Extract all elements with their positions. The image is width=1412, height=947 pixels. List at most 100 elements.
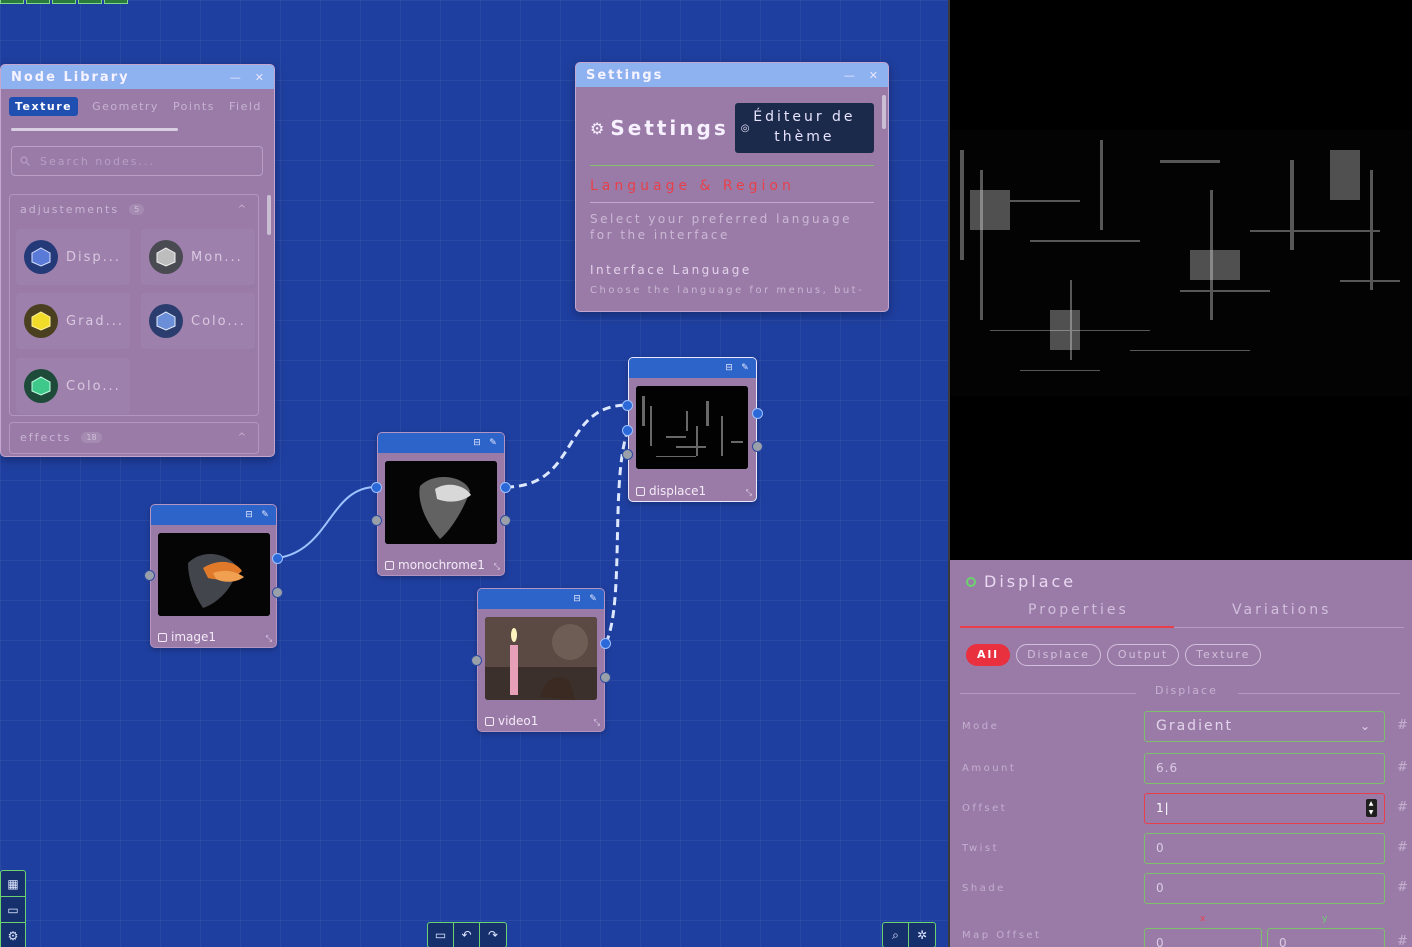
input-port-texture[interactable] bbox=[371, 482, 382, 493]
bug-icon[interactable]: ✲ bbox=[909, 923, 935, 947]
node-item-color[interactable]: Colo... bbox=[141, 293, 255, 349]
section-description: Select your preferred language for the i… bbox=[590, 212, 852, 242]
pin-icon[interactable]: ✎ bbox=[260, 510, 270, 520]
search-icon[interactable]: ⌕ bbox=[883, 923, 909, 947]
node-displace1[interactable]: ⊟ ✎ displace1 ⤡ bbox=[622, 357, 763, 502]
node-image1[interactable]: ⊟ ✎ image1 ⤡ bbox=[144, 504, 283, 648]
hash-icon[interactable]: # bbox=[1397, 880, 1408, 895]
close-icon[interactable]: ✕ bbox=[869, 69, 878, 82]
filter-chips: All Displace Output Texture bbox=[966, 644, 1262, 666]
node-item-label: Colo... bbox=[66, 378, 121, 394]
map-offset-x-value: 0 bbox=[1156, 936, 1165, 947]
save-icon[interactable]: ▭ bbox=[428, 923, 454, 947]
pin-icon[interactable]: ✎ bbox=[740, 363, 750, 373]
filter-texture[interactable]: Texture bbox=[1185, 644, 1262, 666]
hash-icon[interactable]: # bbox=[1397, 800, 1408, 815]
output-port-texture[interactable] bbox=[500, 482, 511, 493]
search-input[interactable]: Search nodes... bbox=[40, 155, 155, 168]
section-header[interactable]: adjustements 5 ^ bbox=[10, 195, 258, 223]
resize-handle-icon[interactable]: ⤡ bbox=[594, 718, 600, 728]
twist-input[interactable]: 0 bbox=[1144, 833, 1385, 864]
settings-header: ⚙ Settings ◎ Éditeur de thème bbox=[590, 103, 874, 153]
tab-texture[interactable]: Texture bbox=[9, 97, 79, 116]
map-offset-y-input[interactable]: 0 bbox=[1267, 928, 1385, 947]
library-scrollbar[interactable] bbox=[267, 195, 271, 235]
node-header: ⊟ ✎ bbox=[629, 358, 756, 378]
filter-output[interactable]: Output bbox=[1106, 644, 1180, 666]
output-port-texture[interactable] bbox=[752, 408, 763, 419]
preview-icon[interactable]: ⊟ bbox=[724, 363, 734, 373]
resize-handle-icon[interactable]: ⤡ bbox=[266, 634, 272, 644]
tab-geometry[interactable]: Geometry bbox=[92, 100, 159, 113]
search-box[interactable]: Search nodes... bbox=[11, 146, 263, 176]
input-port[interactable] bbox=[471, 655, 482, 666]
output-port-texture[interactable] bbox=[272, 553, 283, 564]
output-port[interactable] bbox=[752, 441, 763, 452]
stepper-icon[interactable]: ▲ ▼ bbox=[1366, 799, 1377, 817]
input-port-texture[interactable] bbox=[622, 400, 633, 411]
map-offset-label: Map Offset bbox=[962, 930, 1042, 941]
node-item-monochrome[interactable]: Mon... bbox=[141, 229, 255, 285]
amount-input[interactable]: 6.6 bbox=[1144, 753, 1385, 784]
twist-label: Twist bbox=[962, 843, 1000, 854]
tab-variations[interactable]: Variations bbox=[1232, 602, 1331, 618]
tabs-scrollbar[interactable] bbox=[11, 128, 178, 131]
wire-image-to-monochrome bbox=[277, 486, 377, 559]
chevron-up-icon[interactable]: ^ bbox=[238, 432, 248, 443]
input-port[interactable] bbox=[622, 449, 633, 460]
theme-editor-button[interactable]: ◎ Éditeur de thème bbox=[734, 103, 874, 153]
pin-icon[interactable]: ✎ bbox=[488, 438, 498, 448]
layout-icon[interactable]: ▦ bbox=[1, 871, 25, 897]
preview-icon[interactable]: ⊟ bbox=[472, 438, 482, 448]
input-port[interactable] bbox=[371, 515, 382, 526]
shade-input[interactable]: 0 bbox=[1144, 873, 1385, 904]
preview-icon[interactable]: ⊟ bbox=[572, 594, 582, 604]
panel-title-bar[interactable]: Settings — ✕ bbox=[576, 63, 888, 87]
tab-field[interactable]: Field bbox=[229, 100, 262, 113]
pin-icon[interactable]: ✎ bbox=[588, 594, 598, 604]
resize-handle-icon[interactable]: ⤡ bbox=[746, 488, 752, 498]
group-label: Displace bbox=[1155, 684, 1218, 697]
setting-title: Interface Language bbox=[590, 263, 752, 277]
hash-icon[interactable]: # bbox=[1397, 718, 1408, 733]
filter-all[interactable]: All bbox=[966, 644, 1011, 666]
minimize-icon[interactable]: — bbox=[230, 71, 241, 84]
hash-icon[interactable]: # bbox=[1397, 760, 1408, 775]
offset-input[interactable]: 1| ▲ ▼ bbox=[1144, 793, 1385, 824]
mode-label: Mode bbox=[962, 721, 1000, 732]
status-ring-icon bbox=[966, 576, 976, 587]
tab-properties[interactable]: Properties bbox=[1028, 602, 1129, 618]
node-item-gradient[interactable]: Grad... bbox=[16, 293, 130, 349]
node-monochrome1[interactable]: ⊟ ✎ monochrome1 ⤡ bbox=[371, 432, 511, 576]
hash-icon[interactable]: # bbox=[1397, 934, 1408, 947]
minimize-icon[interactable]: — bbox=[844, 69, 855, 82]
save-icon[interactable]: ▭ bbox=[1, 897, 25, 923]
redo-icon[interactable]: ↷ bbox=[480, 923, 506, 947]
filter-displace[interactable]: Displace bbox=[1016, 644, 1101, 666]
close-icon[interactable]: ✕ bbox=[255, 71, 264, 84]
map-offset-x-input[interactable]: 0 bbox=[1144, 928, 1262, 947]
hash-icon[interactable]: # bbox=[1397, 840, 1408, 855]
tab-points[interactable]: Points bbox=[173, 100, 215, 113]
output-port-texture[interactable] bbox=[600, 638, 611, 649]
mode-select[interactable]: Gradient ⌄ bbox=[1144, 711, 1385, 742]
input-port-map[interactable] bbox=[622, 425, 633, 436]
node-label: video1 bbox=[485, 714, 538, 728]
undo-icon[interactable]: ↶ bbox=[454, 923, 480, 947]
settings-scrollbar[interactable] bbox=[882, 95, 886, 129]
resize-handle-icon[interactable]: ⤡ bbox=[494, 562, 500, 572]
section-header[interactable]: effects 18 ^ bbox=[10, 423, 258, 451]
output-port[interactable] bbox=[500, 515, 511, 526]
node-video1[interactable]: ⊟ ✎ video1 ⤡ bbox=[471, 588, 611, 732]
input-port[interactable] bbox=[144, 570, 155, 581]
node-item-displace[interactable]: Disp... bbox=[16, 229, 130, 285]
mode-value: Gradient bbox=[1156, 718, 1233, 734]
gear-icon[interactable]: ⚙ bbox=[1, 923, 25, 947]
output-port[interactable] bbox=[272, 587, 283, 598]
chevron-up-icon[interactable]: ^ bbox=[238, 204, 248, 215]
panel-title-bar[interactable]: Node Library — ✕ bbox=[1, 65, 274, 89]
node-item-color-2[interactable]: Colo... bbox=[16, 358, 130, 414]
preview-icon[interactable]: ⊟ bbox=[244, 510, 254, 520]
output-port[interactable] bbox=[600, 672, 611, 683]
node-canvas[interactable]: ⊟ ✎ image1 ⤡ ⊟ ✎ monochrome1 ⤡ ⊟ ✎ displ… bbox=[0, 0, 948, 947]
